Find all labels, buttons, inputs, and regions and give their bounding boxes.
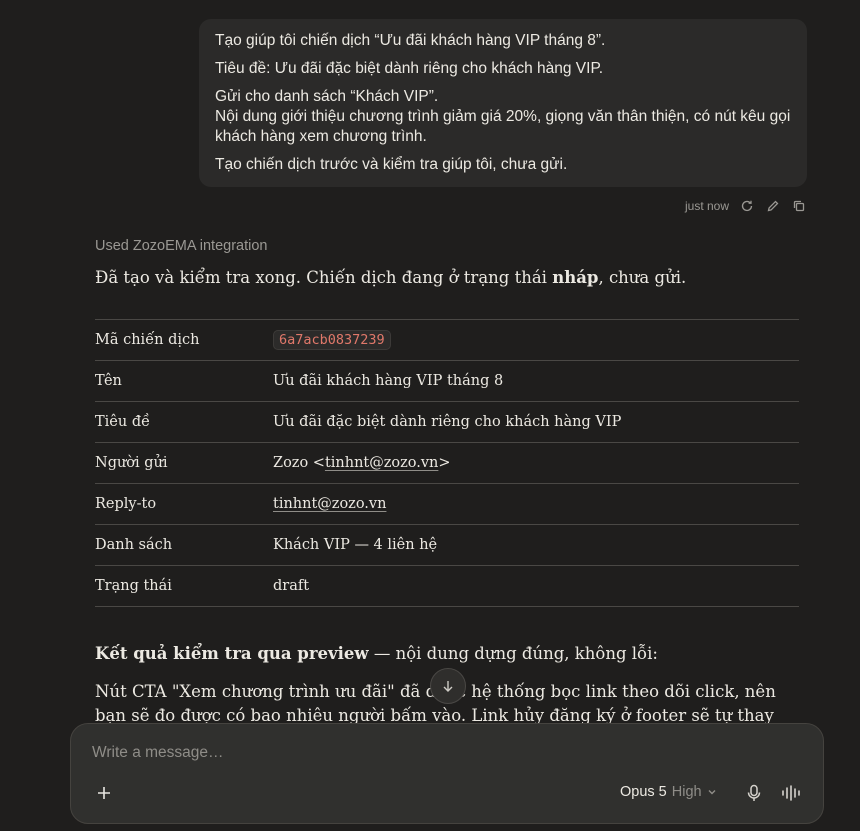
- message-input[interactable]: [92, 744, 792, 762]
- table-row: Tiêu đề Ưu đãi đặc biệt dành riêng cho k…: [95, 401, 799, 443]
- row-label: Trạng thái: [95, 565, 273, 607]
- intro-bold: nháp: [552, 268, 599, 287]
- user-message-line: Nội dung giới thiệu chương trình giảm gi…: [215, 108, 791, 145]
- user-message-line: Tạo giúp tôi chiến dịch “Ưu đãi khách hà…: [215, 32, 606, 49]
- sender-name: Zozo <: [273, 455, 325, 471]
- result-heading-bold: Kết quả kiểm tra qua preview: [95, 644, 369, 663]
- row-value: Ưu đãi đặc biệt dành riêng cho khách hàn…: [273, 401, 799, 443]
- row-value: Khách VIP — 4 liên hệ: [273, 524, 799, 566]
- microphone-icon: [746, 784, 762, 802]
- sender-email-link[interactable]: tinhnt@zozo.vn: [325, 455, 438, 471]
- result-heading: Kết quả kiểm tra qua preview — nội dung …: [95, 644, 658, 663]
- chevron-down-icon: [707, 787, 717, 797]
- table-row: Mã chiến dịch 6a7acb0837239: [95, 319, 799, 361]
- campaign-info-table: Mã chiến dịch 6a7acb0837239 Tên Ưu đãi k…: [95, 319, 799, 607]
- table-row: Danh sách Khách VIP — 4 liên hệ: [95, 524, 799, 566]
- user-message-line: Gửi cho danh sách “Khách VIP”.: [215, 88, 439, 105]
- model-selector[interactable]: Opus 5 High: [620, 784, 717, 800]
- table-row: Người gửi Zozo <tinhnt@zozo.vn>: [95, 442, 799, 484]
- row-value: Zozo <tinhnt@zozo.vn>: [273, 442, 799, 484]
- row-value: tinhnt@zozo.vn: [273, 483, 799, 525]
- message-timestamp: just now: [685, 199, 730, 213]
- replyto-email-link[interactable]: tinhnt@zozo.vn: [273, 496, 386, 512]
- user-message-line: Tiêu đề: Ưu đãi đặc biệt dành riêng cho …: [215, 60, 604, 77]
- intro-text-end: , chưa gửi.: [598, 268, 687, 287]
- plus-icon: [96, 785, 112, 801]
- row-label: Tên: [95, 360, 273, 402]
- row-label: Danh sách: [95, 524, 273, 566]
- user-message-line: Tạo chiến dịch trước và kiểm tra giúp tô…: [215, 156, 568, 173]
- arrow-down-icon: [440, 678, 456, 694]
- dictation-button[interactable]: [744, 783, 764, 803]
- retry-icon[interactable]: [739, 198, 755, 214]
- row-label: Người gửi: [95, 442, 273, 484]
- edit-icon[interactable]: [765, 198, 781, 214]
- message-composer: Opus 5 High: [70, 723, 824, 824]
- row-label: Reply-to: [95, 483, 273, 525]
- table-row: Trạng thái draft: [95, 565, 799, 607]
- row-value: Ưu đãi khách hàng VIP tháng 8: [273, 360, 799, 402]
- copy-icon[interactable]: [791, 198, 807, 214]
- intro-text: Đã tạo và kiểm tra xong. Chiến dịch đang…: [95, 268, 553, 287]
- voice-mode-button[interactable]: [780, 783, 804, 803]
- sender-suffix: >: [438, 455, 451, 471]
- message-actions: just now: [685, 198, 807, 214]
- campaign-id-code: 6a7acb0837239: [273, 330, 391, 350]
- scroll-to-bottom-button[interactable]: [430, 668, 466, 704]
- row-label: Mã chiến dịch: [95, 319, 273, 361]
- row-value: draft: [273, 565, 799, 607]
- row-label: Tiêu đề: [95, 401, 273, 443]
- integration-label[interactable]: Used ZozoEMA integration: [95, 238, 267, 254]
- table-row: Reply-to tinhnt@zozo.vn: [95, 483, 799, 525]
- voice-waveform-icon: [781, 784, 803, 802]
- user-message-bubble: Tạo giúp tôi chiến dịch “Ưu đãi khách hà…: [199, 19, 807, 187]
- result-heading-rest: — nội dung dựng đúng, không lỗi:: [368, 644, 658, 663]
- model-name: Opus 5: [620, 784, 667, 800]
- add-attachment-button[interactable]: [93, 782, 115, 804]
- effort-level: High: [671, 784, 702, 800]
- table-row: Tên Ưu đãi khách hàng VIP tháng 8: [95, 360, 799, 402]
- row-value: 6a7acb0837239: [273, 319, 799, 361]
- answer-intro: Đã tạo và kiểm tra xong. Chiến dịch đang…: [95, 268, 686, 287]
